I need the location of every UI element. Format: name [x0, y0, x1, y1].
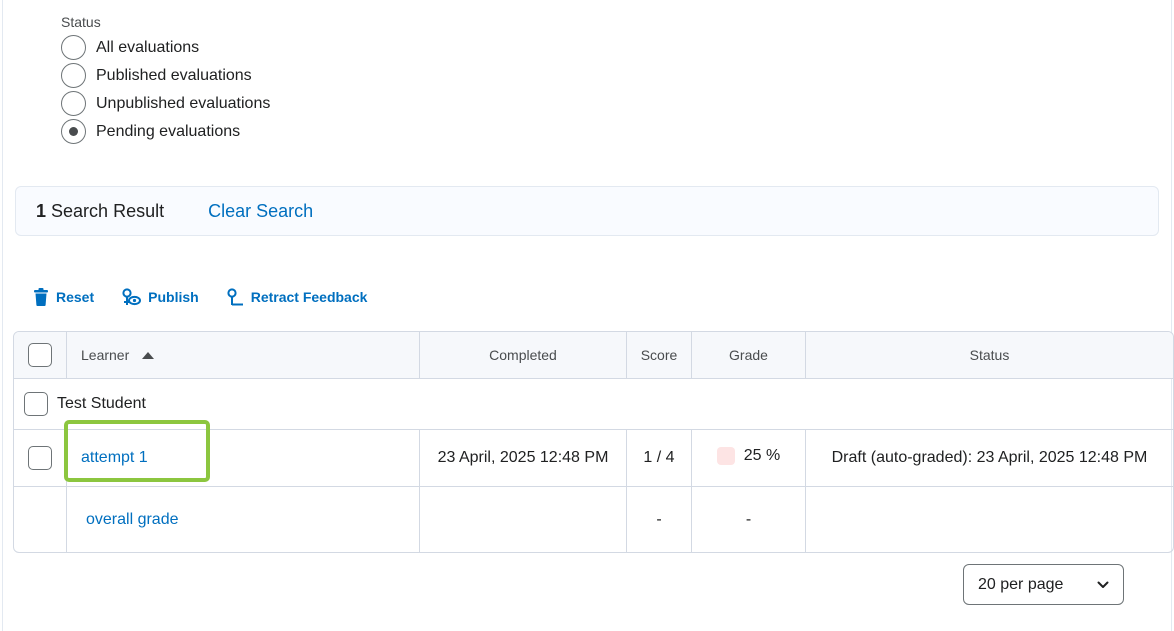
table-row-overall: overall grade - - — [14, 487, 1173, 552]
overall-grade-link[interactable]: overall grade — [67, 511, 179, 528]
attempt-score: 1 / 4 — [627, 430, 692, 487]
attempt-checkbox[interactable] — [28, 446, 52, 470]
radio-button[interactable] — [61, 35, 86, 60]
header-select-cell — [14, 332, 67, 379]
radio-label: Unpublished evaluations — [96, 94, 271, 112]
radio-button-selected[interactable] — [61, 119, 86, 144]
result-count-number: 1 — [36, 200, 47, 221]
attempt-select-cell — [14, 430, 67, 487]
table-header-row: Learner Completed Score Grade Status — [14, 332, 1173, 379]
per-page-value: 20 per page — [978, 575, 1064, 593]
overall-completed — [420, 487, 627, 552]
header-completed: Completed — [420, 332, 627, 379]
publish-label: Publish — [148, 289, 199, 305]
radio-label: Published evaluations — [96, 66, 252, 84]
per-page-select[interactable]: 20 per page — [963, 564, 1124, 605]
header-status: Status — [806, 332, 1173, 379]
student-checkbox[interactable] — [24, 392, 48, 416]
radio-pending-evaluations[interactable]: Pending evaluations — [61, 119, 240, 144]
overall-status — [806, 487, 1173, 552]
attempt-grade: 25 % — [743, 446, 781, 464]
overall-grade: - — [692, 487, 806, 552]
clear-search-link[interactable]: Clear Search — [208, 201, 313, 222]
overall-learner-cell: overall grade — [67, 487, 420, 552]
retract-icon — [227, 288, 243, 306]
retract-feedback-button[interactable]: Retract Feedback — [227, 288, 368, 306]
publish-button[interactable]: Publish — [122, 288, 199, 306]
status-filter-label: Status — [61, 14, 101, 30]
chevron-down-icon — [1097, 581, 1109, 588]
attempt-status: Draft (auto-graded): 23 April, 2025 12:4… — [806, 430, 1173, 487]
header-learner-label: Learner — [81, 347, 130, 363]
overall-score: - — [627, 487, 692, 552]
radio-all-evaluations[interactable]: All evaluations — [61, 35, 199, 60]
radio-unpublished-evaluations[interactable]: Unpublished evaluations — [61, 91, 270, 116]
evaluations-table: Learner Completed Score Grade Status Tes… — [13, 331, 1174, 553]
radio-dot — [69, 127, 78, 136]
search-results-bar: 1 Search Result Clear Search — [15, 186, 1159, 236]
header-grade: Grade — [692, 332, 806, 379]
radio-label: All evaluations — [96, 38, 200, 56]
trash-icon — [34, 288, 48, 306]
reset-label: Reset — [56, 289, 95, 305]
sort-ascending-icon[interactable] — [142, 351, 155, 359]
attempt-learner-cell: attempt 1 — [64, 420, 420, 487]
radio-label: Pending evaluations — [96, 122, 241, 140]
action-toolbar: Reset Publish Retract Feedback — [33, 288, 395, 306]
publish-eye-icon — [122, 288, 142, 306]
header-score: Score — [627, 332, 692, 379]
retract-feedback-label: Retract Feedback — [250, 289, 368, 305]
overall-select-cell — [14, 487, 67, 552]
result-count-label: Search Result — [51, 200, 165, 221]
search-result-count: 1 Search Result — [36, 201, 164, 222]
radio-button[interactable] — [61, 63, 86, 88]
attempt-highlight-box — [64, 420, 210, 482]
radio-button[interactable] — [61, 91, 86, 116]
reset-button[interactable]: Reset — [33, 288, 94, 306]
grade-color-swatch — [716, 446, 735, 465]
radio-published-evaluations[interactable]: Published evaluations — [61, 63, 252, 88]
header-learner[interactable]: Learner — [67, 332, 420, 379]
student-name: Test Student — [57, 395, 146, 412]
attempt-grade-cell: 25 % — [692, 430, 806, 487]
attempt-completed: 23 April, 2025 12:48 PM — [420, 430, 627, 487]
table-row-attempt: attempt 1 23 April, 2025 12:48 PM 1 / 4 … — [14, 420, 1173, 487]
select-all-checkbox[interactable] — [28, 343, 52, 367]
